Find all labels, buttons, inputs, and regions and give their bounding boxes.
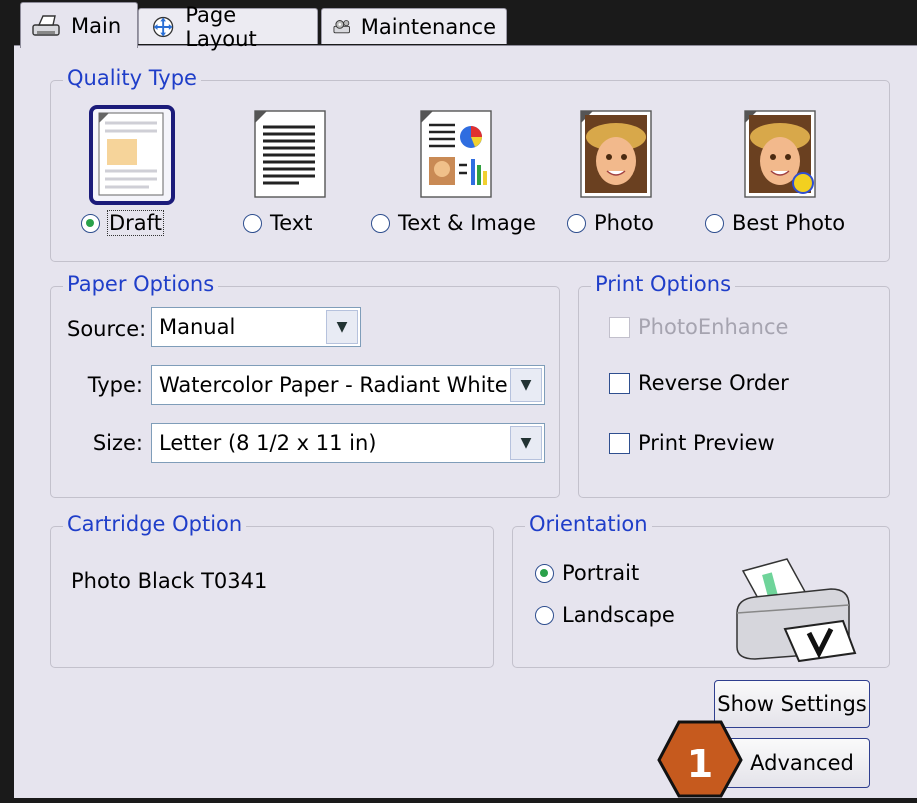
option-label: Text (270, 211, 313, 235)
printer-orientation-icon (736, 558, 857, 663)
size-select[interactable]: Letter (8 1/2 x 11 in) ▼ (151, 423, 545, 463)
radio-text[interactable] (243, 213, 262, 233)
print-options-legend: Print Options (591, 272, 736, 296)
quality-option-photo[interactable]: Photo (567, 211, 654, 235)
tab-label: Maintenance (360, 14, 496, 39)
option-label: Text & Image (398, 211, 536, 235)
tab-label: Page Layout (185, 2, 257, 51)
quality-option-text[interactable]: Text (243, 211, 312, 235)
draft-quality-icon[interactable] (89, 105, 175, 205)
photoenhance-label: PhotoEnhance (638, 315, 789, 339)
chevron-down-icon[interactable]: ▼ (326, 310, 358, 344)
source-select[interactable]: Manual ▼ (151, 307, 361, 347)
source-value: Manual (159, 315, 236, 339)
radio-landscape[interactable] (535, 605, 554, 625)
chevron-down-icon[interactable]: ▼ (510, 426, 542, 460)
size-label: Size: (92, 431, 143, 455)
reverse-order-checkbox[interactable] (609, 372, 630, 394)
type-select[interactable]: Watercolor Paper - Radiant White ▼ (151, 365, 545, 405)
photoenhance-option: PhotoEnhance (609, 315, 788, 339)
tab-panel-border (14, 45, 917, 46)
callout-number: 1 (686, 742, 714, 786)
radio-photo[interactable] (567, 213, 586, 233)
tab-label: Main (71, 13, 122, 38)
tab-page-layout[interactable]: Page Layout (138, 3, 318, 51)
printer-icon (32, 14, 60, 36)
printer-properties-window: Main Page Layout Maintenance Quality Typ… (14, 0, 917, 798)
option-label: Draft (107, 210, 164, 236)
best-photo-quality-icon[interactable] (739, 107, 819, 201)
type-label: Type: (87, 373, 143, 397)
orientation-portrait-option[interactable]: Portrait (535, 561, 639, 585)
chevron-down-icon[interactable]: ▼ (510, 368, 542, 402)
radio-draft[interactable] (81, 213, 100, 233)
cartridge-option-legend: Cartridge Option (63, 512, 247, 536)
quality-option-best-photo[interactable]: Best Photo (705, 211, 845, 235)
tab-main[interactable]: Main (20, 2, 138, 48)
maintenance-icon (333, 19, 350, 33)
source-label: Source: (67, 317, 147, 341)
radio-text-and-image[interactable] (371, 213, 390, 233)
portrait-label: Portrait (562, 561, 640, 585)
reverse-order-option[interactable]: Reverse Order (609, 371, 789, 395)
print-preview-label: Print Preview (638, 431, 775, 455)
text-and-image-quality-icon[interactable] (415, 107, 495, 201)
cartridge-option-group: Cartridge Option Photo Black T0341 (50, 512, 494, 668)
orientation-legend: Orientation (525, 512, 652, 536)
paper-options-group: Paper Options Source: Manual ▼ Type: Wat… (50, 272, 560, 498)
radio-best-photo[interactable] (705, 213, 724, 233)
option-label: Best Photo (732, 211, 846, 235)
quality-type-legend: Quality Type (63, 66, 201, 90)
print-options-group: Print Options PhotoEnhance Reverse Order… (578, 272, 890, 498)
show-settings-label: Show Settings (717, 692, 867, 716)
advanced-label: Advanced (750, 751, 854, 775)
quality-type-group: Quality Type Draft Text Text & Image Pho… (50, 66, 890, 262)
print-preview-checkbox[interactable] (609, 432, 630, 454)
paper-options-legend: Paper Options (63, 272, 219, 296)
type-value: Watercolor Paper - Radiant White (159, 373, 508, 397)
landscape-label: Landscape (562, 603, 675, 627)
photoenhance-checkbox (609, 316, 630, 338)
reverse-order-label: Reverse Order (638, 371, 789, 395)
option-label: Photo (594, 211, 654, 235)
quality-option-text-and-image[interactable]: Text & Image (371, 211, 536, 235)
orientation-landscape-option[interactable]: Landscape (535, 603, 675, 627)
orientation-group: Orientation Portrait Landscape (512, 512, 890, 668)
page-layout-icon (153, 16, 174, 37)
size-value: Letter (8 1/2 x 11 in) (159, 431, 377, 455)
text-quality-icon[interactable] (249, 107, 329, 201)
step-callout-badge: 1 (657, 720, 743, 798)
radio-portrait[interactable] (535, 563, 554, 583)
cartridge-value: Photo Black T0341 (71, 569, 268, 593)
photo-quality-icon[interactable] (575, 107, 655, 201)
quality-option-draft[interactable]: Draft (81, 210, 164, 236)
print-preview-option[interactable]: Print Preview (609, 431, 775, 455)
tab-maintenance[interactable]: Maintenance (321, 8, 507, 44)
